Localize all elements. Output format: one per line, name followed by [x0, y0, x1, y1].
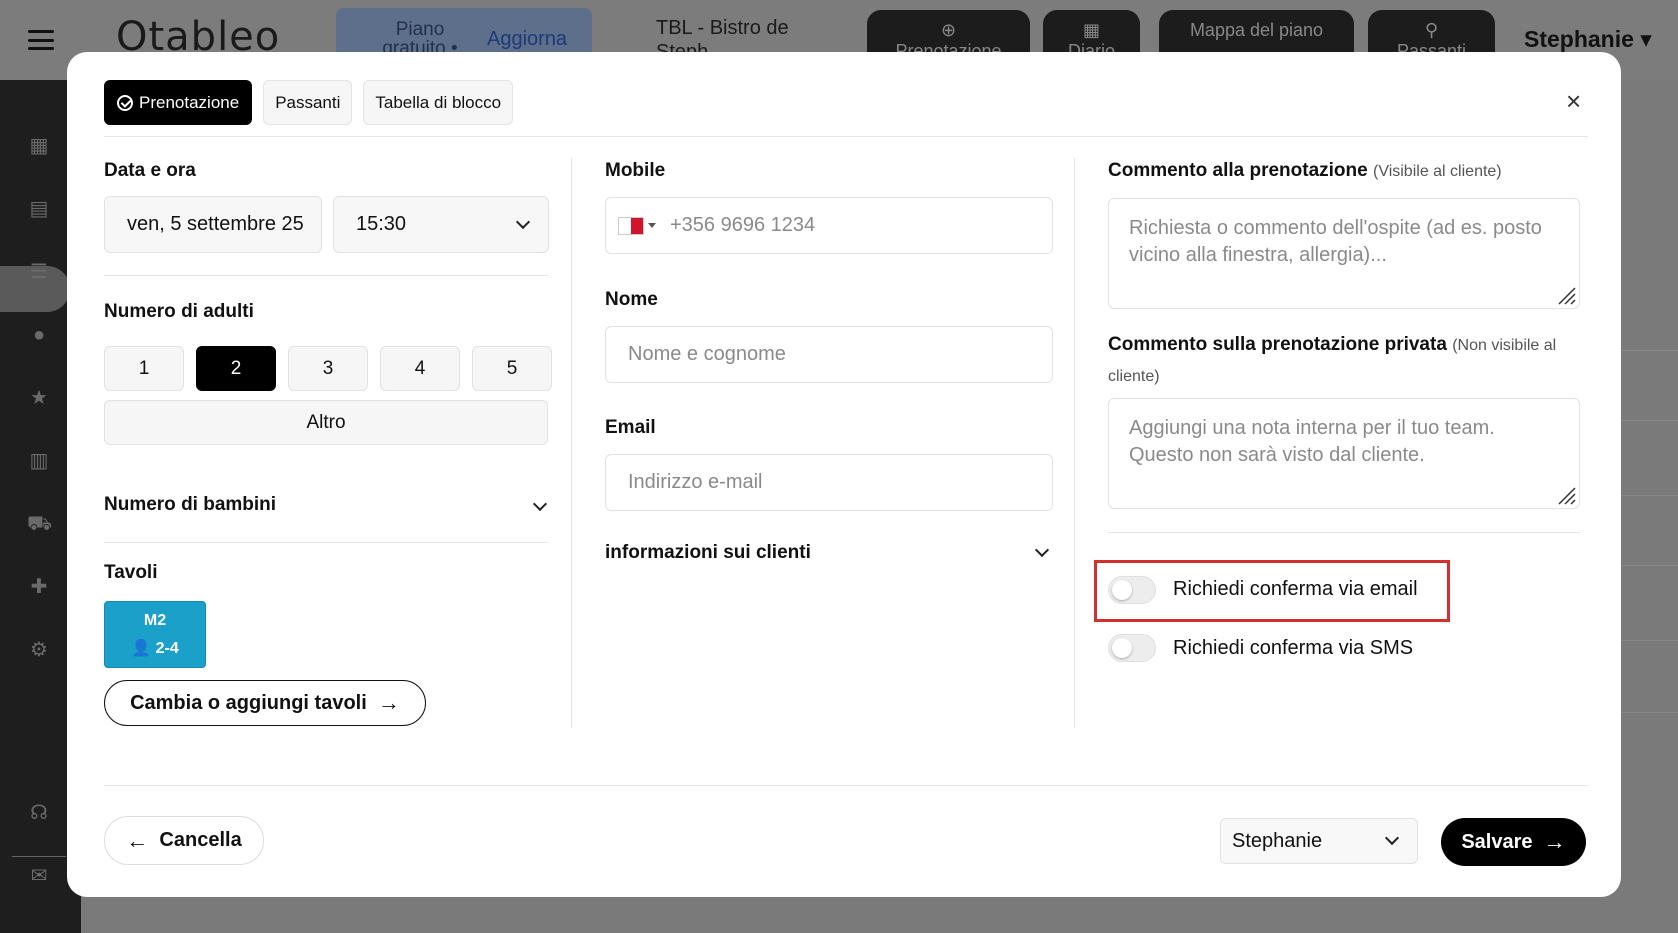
chat-icon[interactable]: ✉ [27, 865, 51, 887]
adults-option-1[interactable]: 1 [104, 346, 184, 391]
book-icon[interactable]: ▤ [27, 198, 51, 220]
arrow-right-icon: → [1543, 829, 1566, 854]
tab-walk-ins[interactable]: Passanti [263, 80, 353, 125]
section-divider [104, 542, 548, 543]
table-capacity: 2-4 [155, 640, 179, 657]
headset-icon[interactable]: ☊ [27, 802, 51, 824]
mobile-field[interactable]: +356 9696 1234 [605, 197, 1053, 254]
hamburger-menu-icon[interactable] [28, 30, 54, 50]
name-field[interactable]: Nome e cognome [605, 326, 1053, 383]
adults-option-4[interactable]: 4 [380, 346, 460, 391]
puzzle-icon[interactable]: ✚ [27, 576, 51, 598]
email-field[interactable]: Indirizzo e-mail [605, 454, 1053, 511]
tab-reservation[interactable]: Prenotazione [104, 80, 253, 125]
chevron-down-icon[interactable] [1034, 542, 1050, 558]
private-comment-textarea[interactable]: Aggiungi una nota interna per il tuo tea… [1108, 398, 1580, 509]
email-label: Email [605, 417, 656, 438]
sms-confirm-toggle[interactable] [1108, 634, 1156, 662]
date-picker[interactable]: ven, 5 settembre 25 [104, 196, 322, 253]
header-divider [104, 136, 1588, 137]
date-time-label: Data e ora [104, 160, 196, 181]
close-icon[interactable]: × [1566, 86, 1581, 117]
resize-handle-icon[interactable] [1556, 485, 1576, 505]
email-confirm-label[interactable]: Richiedi conferma via email [1173, 578, 1418, 601]
comment-textarea[interactable]: Richiesta o commento dell'ospite (ad es.… [1108, 198, 1580, 309]
chevron-down-icon [515, 214, 531, 230]
caret-down-icon[interactable] [648, 223, 656, 228]
chevron-down-icon[interactable] [532, 496, 548, 512]
chevron-down-icon [1384, 830, 1400, 846]
adults-label: Numero di adulti [104, 301, 254, 322]
table-card-m2[interactable]: M2 👤 2-4 [104, 601, 206, 668]
private-comment-label: Commento sulla prenotazione privata (Non… [1108, 334, 1557, 385]
save-button[interactable]: Salvare → [1441, 818, 1586, 866]
column-divider [1074, 158, 1075, 728]
toggle-knob [1112, 580, 1132, 600]
user-icon[interactable]: ● [27, 324, 51, 346]
section-divider [1108, 532, 1580, 533]
list-icon[interactable]: ☰ [27, 261, 51, 283]
change-tables-button[interactable]: Cambia o aggiungi tavoli → [104, 680, 426, 726]
cart-icon[interactable]: ⛟ [27, 513, 52, 535]
chart-icon[interactable]: ▥ [27, 450, 51, 472]
sidebar-divider [12, 856, 66, 857]
name-label: Nome [605, 289, 658, 310]
client-info-label[interactable]: informazioni sui clienti [605, 542, 811, 564]
adults-option-3[interactable]: 3 [288, 346, 368, 391]
user-menu[interactable]: Stephanie ▾ [1524, 26, 1652, 53]
check-circle-icon [117, 94, 133, 111]
email-confirm-toggle[interactable] [1108, 576, 1156, 604]
adults-option-2[interactable]: 2 [196, 346, 276, 391]
adults-option-5[interactable]: 5 [472, 346, 552, 391]
staff-select[interactable]: Stephanie [1220, 818, 1418, 864]
modal-tabs: Prenotazione Passanti Tabella di blocco [104, 80, 514, 125]
dashboard-icon[interactable]: ▦ [27, 135, 51, 157]
reservation-modal: Prenotazione Passanti Tabella di blocco … [67, 52, 1621, 897]
adults-other-button[interactable]: Altro [104, 400, 548, 445]
comment-hint: (Visibile al cliente) [1372, 163, 1502, 180]
footer-divider [104, 785, 1588, 786]
comment-label: Commento alla prenotazione (Visibile al … [1108, 160, 1502, 181]
arrow-right-icon: → [377, 690, 400, 715]
section-divider [104, 275, 548, 276]
star-icon[interactable]: ★ [27, 387, 51, 409]
tab-block-table[interactable]: Tabella di blocco [363, 80, 514, 125]
person-icon: 👤 [131, 640, 152, 657]
column-divider [571, 158, 572, 728]
upgrade-link[interactable]: Aggiorna [487, 28, 567, 51]
tables-label: Tavoli [104, 562, 158, 583]
resize-handle-icon[interactable] [1556, 285, 1576, 305]
malta-flag-icon[interactable] [618, 216, 644, 235]
arrow-left-icon: ← [126, 827, 149, 853]
table-name: M2 [143, 612, 167, 629]
cancel-button[interactable]: ← Cancella [104, 816, 264, 865]
mobile-label: Mobile [605, 160, 666, 181]
children-label[interactable]: Numero di bambini [104, 494, 276, 516]
time-select[interactable]: 15:30 [333, 196, 549, 253]
gear-icon[interactable]: ⚙ [27, 639, 51, 661]
sms-confirm-label[interactable]: Richiedi conferma via SMS [1173, 637, 1413, 660]
toggle-knob [1112, 638, 1132, 658]
